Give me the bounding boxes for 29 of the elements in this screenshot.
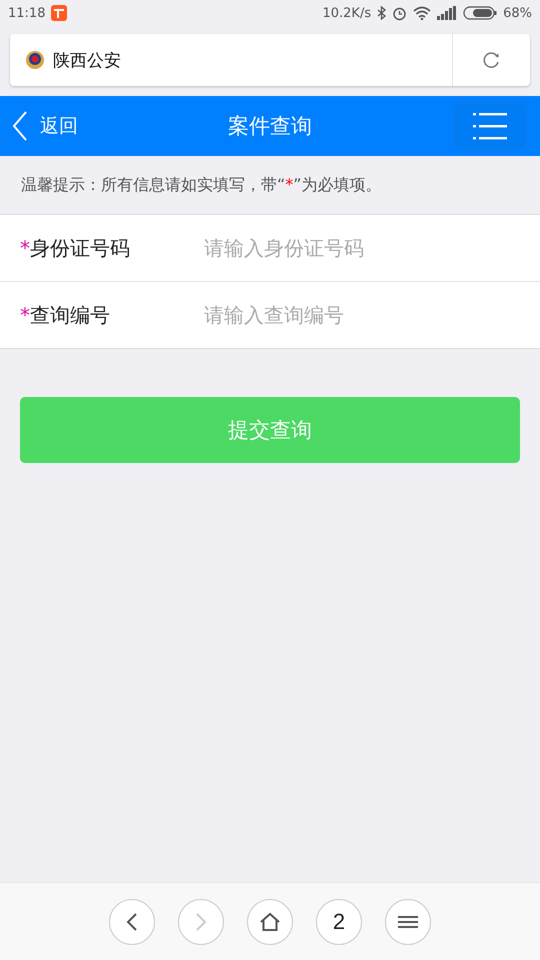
menu-button[interactable] [454,103,526,149]
signal-icon [437,6,458,20]
network-speed: 10.2K/s [322,6,372,20]
home-button[interactable] [247,898,293,944]
tabs-button[interactable]: 2 [316,898,362,944]
emblem-icon [25,50,45,70]
chevron-right-icon [194,912,208,932]
bluetooth-icon [377,6,386,20]
input-field[interactable]: 请输入身份证号码 [202,227,540,269]
menu-button[interactable] [385,898,431,944]
input-field[interactable]: 请输入查询编号 [202,294,540,336]
chevron-left-icon [12,111,28,141]
menu-icon [398,914,418,930]
reload-icon [482,50,502,70]
app-notification-icon [51,5,68,21]
page-title: 案件查询 [228,113,312,140]
site-title: 陕西公安 [53,50,121,72]
wifi-icon [413,6,432,20]
battery-icon [463,6,498,20]
address-bar[interactable]: 陕西公安 [10,34,530,86]
field-label: *查询编号 [20,302,111,328]
status-time: 11:18 [8,6,46,20]
chevron-left-icon [125,912,139,932]
menu-icon [473,111,507,141]
field-label: *身份证号码 [20,234,131,262]
back-button[interactable]: 返回 [12,111,78,141]
battery-percent: 68% [503,6,532,20]
alarm-icon [392,6,408,20]
home-icon [259,912,281,932]
